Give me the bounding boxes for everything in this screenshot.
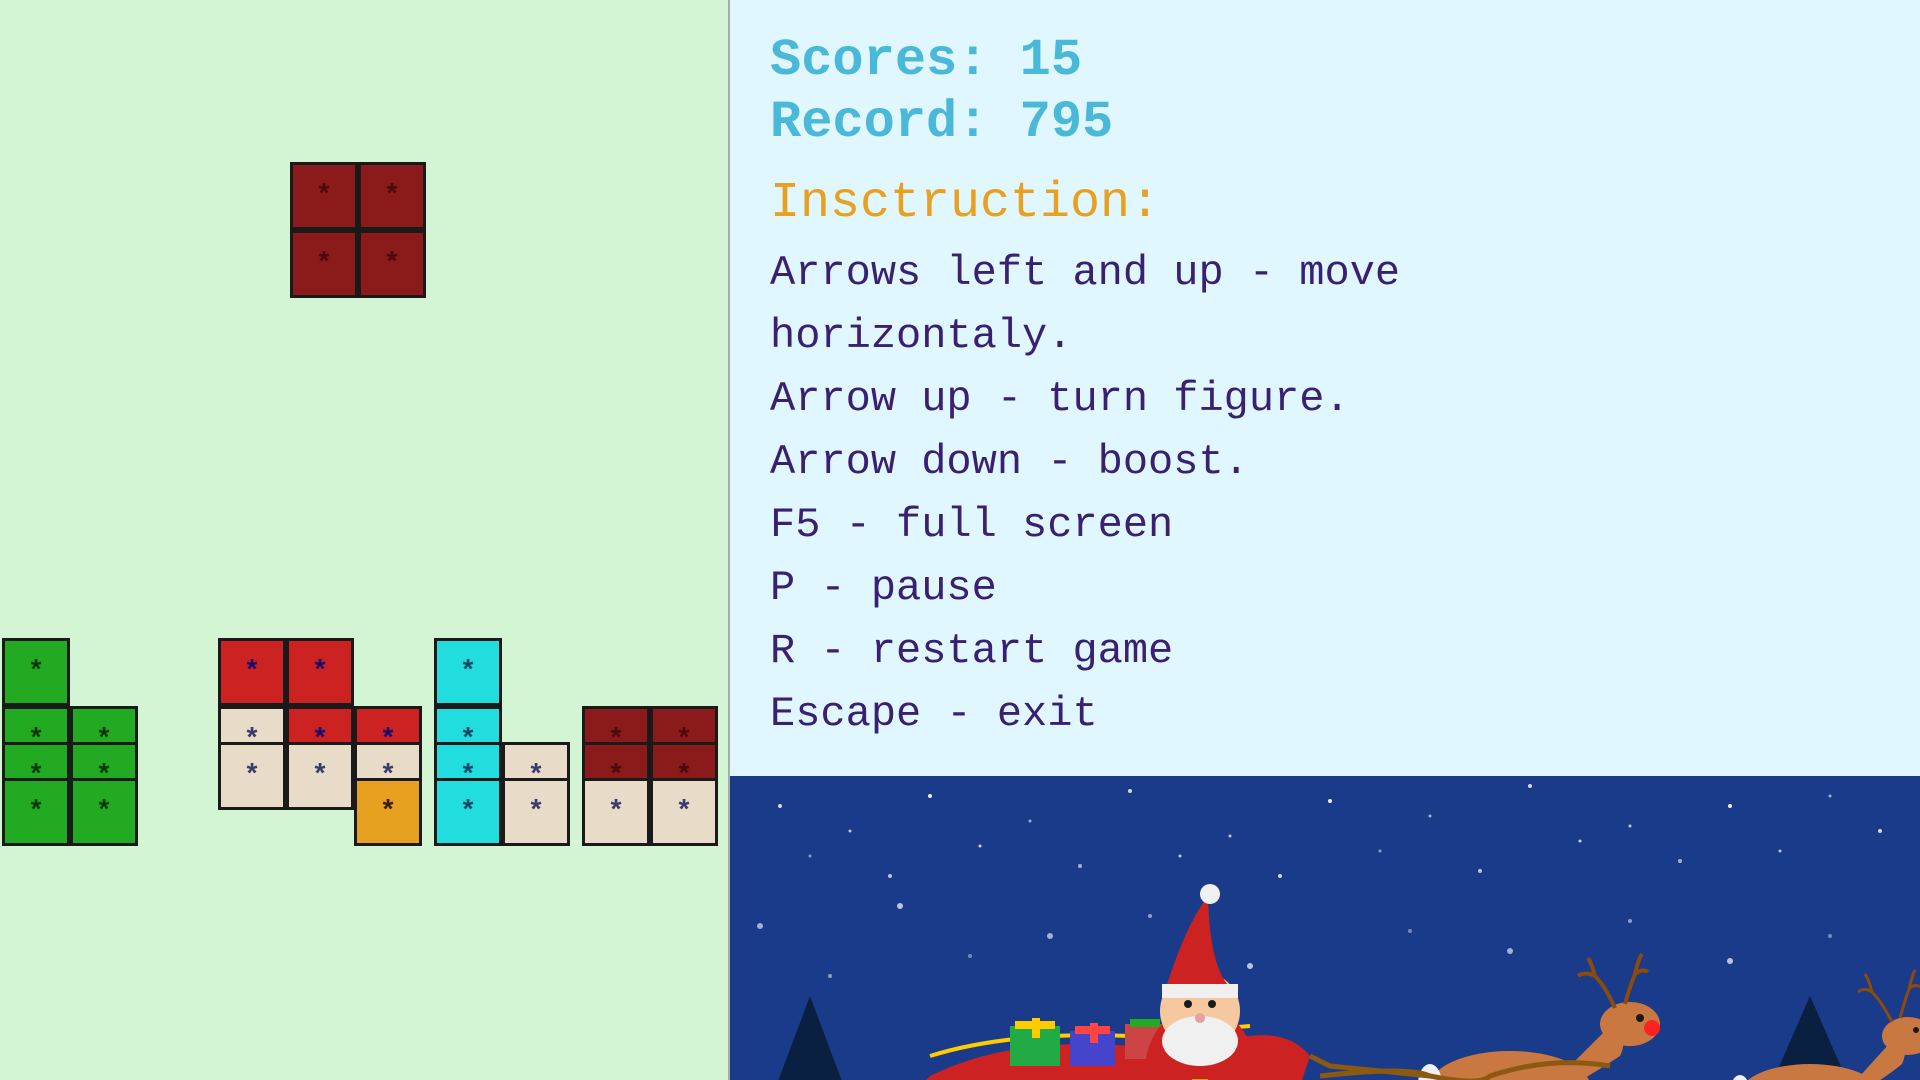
record-display: Record: 795 bbox=[770, 92, 1880, 154]
instruction-line: Arrow down - boost. bbox=[770, 431, 1880, 494]
christmas-scene bbox=[730, 776, 1920, 1080]
instruction-title: Insctruction: bbox=[770, 175, 1880, 232]
instruction-line: R - restart game bbox=[770, 620, 1880, 683]
block-e6: * bbox=[434, 778, 502, 846]
block-b1: * bbox=[2, 638, 70, 706]
block-e8: * bbox=[582, 778, 650, 846]
instruction-line: Escape - exit bbox=[770, 683, 1880, 746]
block-e7: * bbox=[502, 778, 570, 846]
block-active-tl: * bbox=[290, 162, 358, 230]
block-b4: * bbox=[434, 638, 502, 706]
block-b2: * bbox=[218, 638, 286, 706]
instruction-line: Arrow up - turn figure. bbox=[770, 368, 1880, 431]
block-active-bl: * bbox=[290, 230, 358, 298]
block-active-br: * bbox=[358, 230, 426, 298]
block-e5: * bbox=[354, 778, 422, 846]
game-board: * * * * * * * * * * * * * * * * * * * * … bbox=[0, 0, 730, 1080]
christmas-svg bbox=[730, 776, 1920, 1080]
block-e1: * bbox=[2, 778, 70, 846]
instruction-line: Arrows left and up - move bbox=[770, 242, 1880, 305]
score-area: Scores: 15 Record: 795 Insctruction: Arr… bbox=[730, 0, 1920, 776]
block-d4: * bbox=[286, 742, 354, 810]
instruction-line: P - pause bbox=[770, 557, 1880, 620]
block-b3: * bbox=[286, 638, 354, 706]
block-active-tr: * bbox=[358, 162, 426, 230]
block-d3: * bbox=[218, 742, 286, 810]
block-e2: * bbox=[70, 778, 138, 846]
instruction-line: F5 - full screen bbox=[770, 494, 1880, 557]
block-e9: * bbox=[650, 778, 718, 846]
info-panel: Scores: 15 Record: 795 Insctruction: Arr… bbox=[730, 0, 1920, 1080]
scores-display: Scores: 15 bbox=[770, 30, 1880, 92]
instruction-line: horizontaly. bbox=[770, 305, 1880, 368]
instruction-body: Arrows left and up - movehorizontaly.Arr… bbox=[770, 242, 1880, 746]
